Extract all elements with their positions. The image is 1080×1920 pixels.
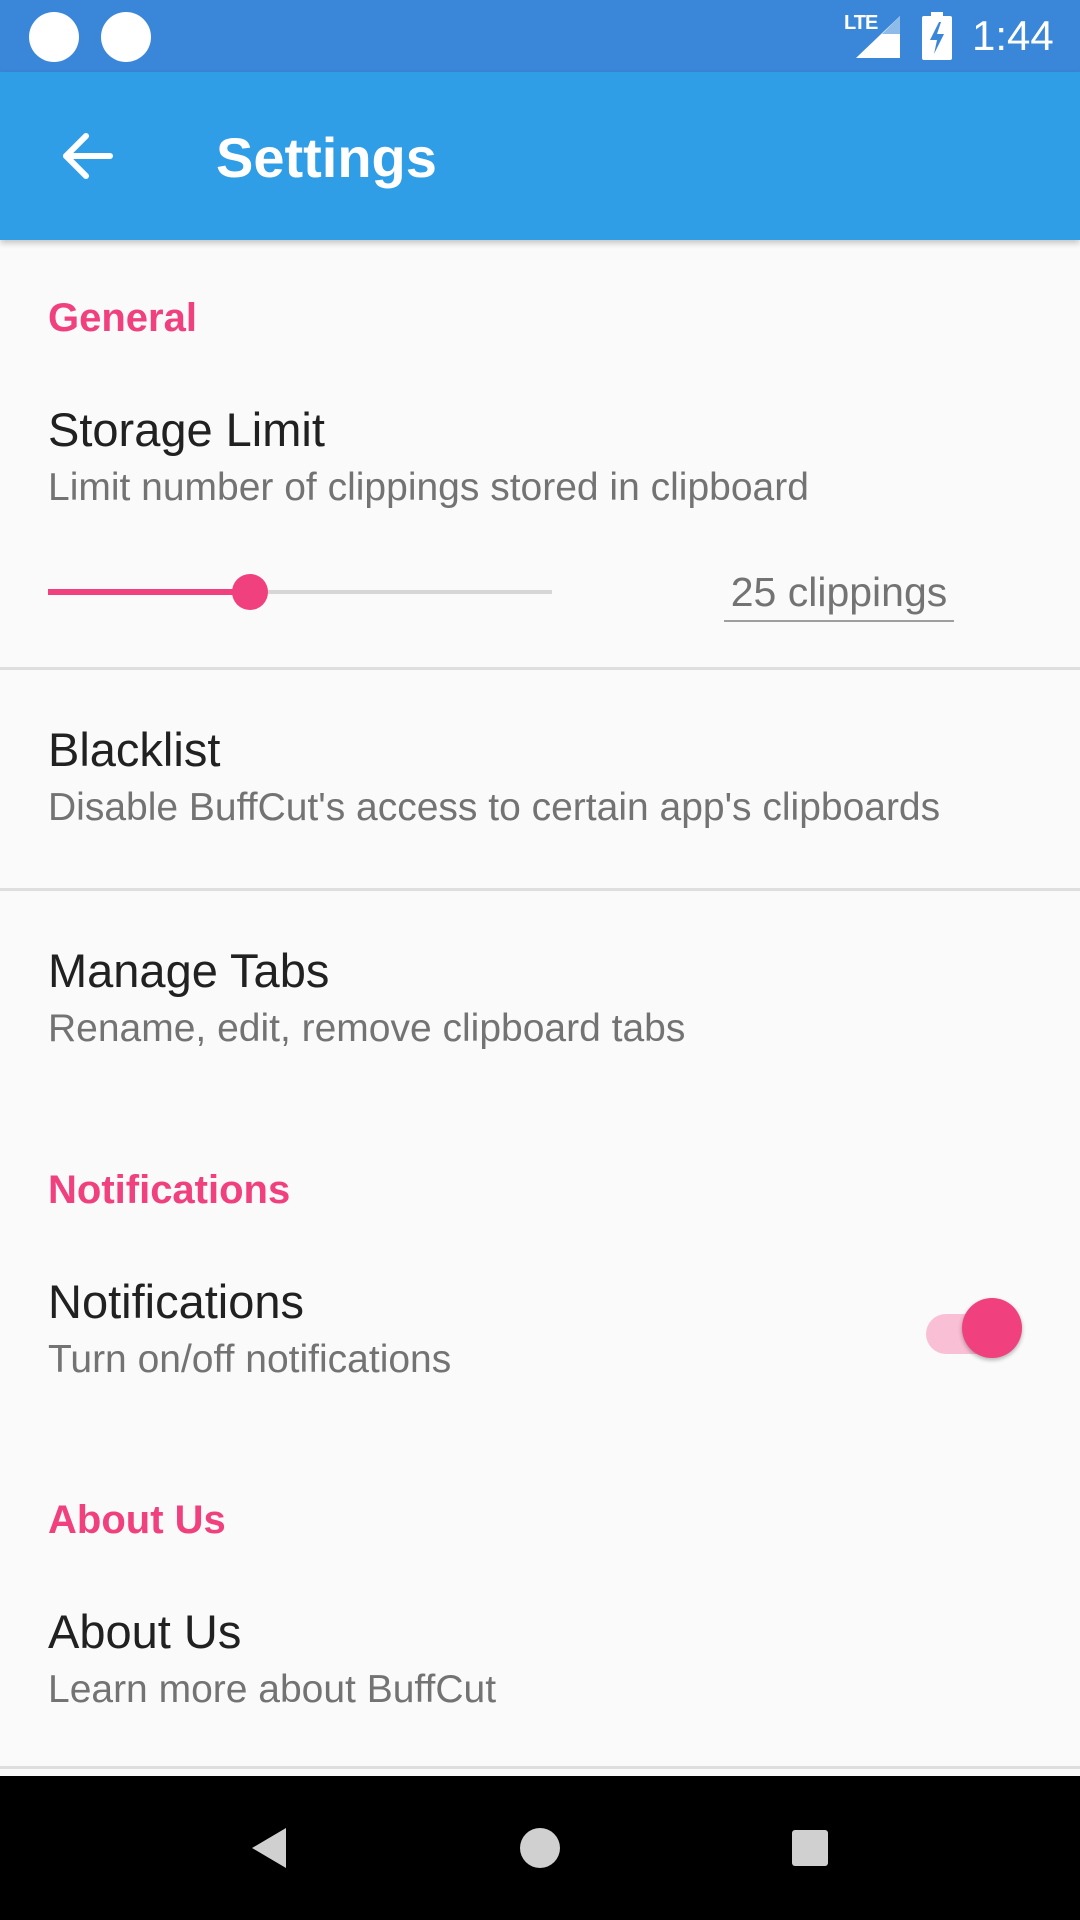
pref-summary: Rename, edit, remove clipboard tabs xyxy=(48,1007,686,1050)
storage-limit-value[interactable]: 25 clippings xyxy=(724,566,954,622)
slider-thumb[interactable] xyxy=(231,574,268,610)
nav-home-icon xyxy=(520,1828,560,1868)
pref-summary: Turn on/off notifications xyxy=(48,1338,452,1381)
nav-recents-icon xyxy=(792,1830,828,1866)
pref-title: Storage Limit xyxy=(48,403,325,456)
app-bar: Settings xyxy=(0,72,1080,240)
pref-title: Notifications xyxy=(48,1275,304,1328)
battery-charging-icon xyxy=(922,12,952,60)
pref-notifications[interactable]: Notifications Turn on/off notifications xyxy=(0,1250,1080,1410)
notification-dot-icon xyxy=(29,12,79,62)
settings-screen: LTE 1:44 Settings General Storage Limit … xyxy=(0,0,1080,1920)
pref-summary: Limit number of clippings stored in clip… xyxy=(48,466,809,509)
arrow-back-icon xyxy=(63,133,113,179)
nav-back-icon xyxy=(252,1828,286,1868)
pref-title: Manage Tabs xyxy=(48,944,330,997)
pref-summary: Disable BuffCut's access to certain app'… xyxy=(48,786,941,829)
section-header-about: About Us xyxy=(48,1498,226,1542)
status-bar: LTE 1:44 xyxy=(0,0,1080,72)
storage-limit-slider[interactable] xyxy=(48,570,552,614)
divider xyxy=(0,1766,1080,1769)
clock: 1:44 xyxy=(972,12,1054,59)
toggle-thumb xyxy=(962,1298,1022,1358)
cell-signal-icon xyxy=(856,16,900,58)
section-header-notifications: Notifications xyxy=(48,1168,291,1212)
back-button[interactable] xyxy=(40,108,136,204)
slider-fill xyxy=(48,589,250,595)
pref-storage-limit: Storage Limit Limit number of clippings … xyxy=(0,390,1080,670)
pref-blacklist[interactable]: Blacklist Disable BuffCut's access to ce… xyxy=(0,670,1080,888)
pref-about-us[interactable]: About Us Learn more about BuffCut xyxy=(0,1580,1080,1766)
pref-summary: Learn more about BuffCut xyxy=(48,1668,497,1711)
nav-recents-button[interactable] xyxy=(760,1798,860,1898)
notifications-toggle[interactable] xyxy=(922,1296,1024,1360)
section-header-general: General xyxy=(48,296,197,340)
notification-dot-icon xyxy=(101,12,151,62)
pref-manage-tabs[interactable]: Manage Tabs Rename, edit, remove clipboa… xyxy=(0,891,1080,1091)
pref-title: About Us xyxy=(48,1605,242,1658)
system-nav-bar xyxy=(0,1776,1080,1920)
pref-title: Blacklist xyxy=(48,723,221,776)
page-title: Settings xyxy=(216,126,437,189)
nav-back-button[interactable] xyxy=(220,1798,320,1898)
nav-home-button[interactable] xyxy=(490,1798,590,1898)
